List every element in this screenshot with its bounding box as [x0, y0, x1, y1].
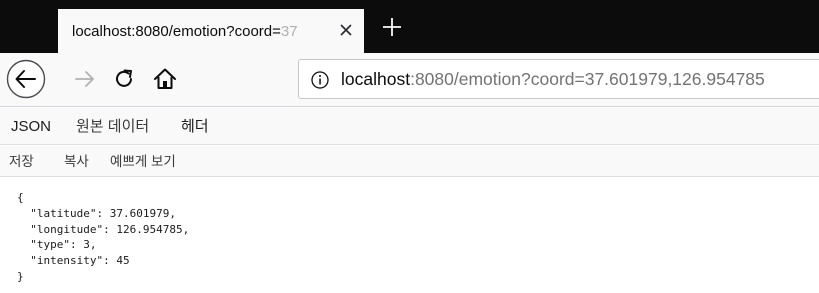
url-bar[interactable]: localhost:8080/emotion?coord=37.601979,1… — [298, 59, 819, 99]
browser-tab[interactable]: localhost:8080/emotion?coord=37 — [58, 9, 364, 53]
info-icon[interactable] — [310, 70, 330, 90]
tab-json[interactable]: JSON — [11, 108, 51, 145]
raw-json-content: { "latitude": 37.601979, "longitude": 12… — [17, 191, 190, 283]
tab-title-faded-text: 37 — [280, 23, 298, 40]
close-icon[interactable] — [336, 20, 356, 40]
navigation-bar: localhost:8080/emotion?coord=37.601979,1… — [0, 53, 819, 107]
pretty-print-button[interactable]: 예쁘게 보기 — [110, 146, 176, 177]
tab-title-text: localhost:8080/emotion?coord= — [72, 23, 281, 40]
tab-strip: localhost:8080/emotion?coord=37 — [0, 0, 819, 53]
forward-arrow-icon[interactable] — [72, 66, 98, 92]
copy-button[interactable]: 복사 — [64, 146, 89, 177]
raw-data-toolbar: 저장 복사 예쁘게 보기 — [0, 146, 819, 177]
url-path: :8080/emotion?coord=37.601979,126.954785 — [410, 69, 765, 89]
home-icon[interactable] — [151, 65, 179, 93]
back-arrow-icon[interactable] — [6, 59, 46, 99]
json-viewer-tabs: JSON 원본 데이터 헤더 — [0, 108, 819, 145]
tab-raw-data[interactable]: 원본 데이터 — [76, 108, 149, 145]
url-host: localhost — [341, 69, 411, 89]
plus-icon[interactable] — [378, 13, 406, 41]
url-text[interactable]: localhost:8080/emotion?coord=37.601979,1… — [341, 69, 765, 90]
save-button[interactable]: 저장 — [9, 146, 34, 177]
reload-icon[interactable] — [111, 66, 137, 92]
tab-headers[interactable]: 헤더 — [181, 108, 209, 145]
tab-title: localhost:8080/emotion?coord=37 — [72, 23, 327, 41]
